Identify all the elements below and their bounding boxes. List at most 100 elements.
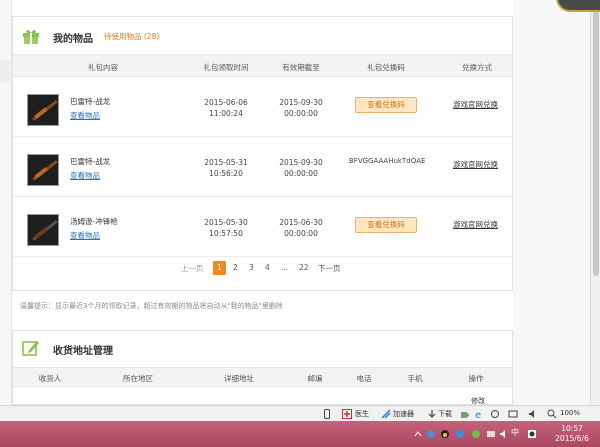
taskbar-clock[interactable]: 10:57 2015/6/6 xyxy=(549,424,595,444)
exchange-method-link[interactable]: 游戏官网兑换 xyxy=(453,99,498,110)
col-address: 详细地址 xyxy=(224,374,254,383)
view-code-button[interactable]: 查看兑换码 xyxy=(355,97,417,113)
table-row: 巴雷特-战龙 查看物品 2015-06-06 11:00:24 2015-09-3… xyxy=(13,77,512,137)
tray-volume-icon[interactable] xyxy=(499,429,509,439)
claim-date: 2015-06-06 xyxy=(204,98,248,107)
download-icon[interactable] xyxy=(427,409,437,419)
left-side-panel xyxy=(0,0,12,405)
accelerator-icon[interactable] xyxy=(381,409,391,419)
ime-indicator[interactable]: 中 xyxy=(511,427,519,437)
view-item-link[interactable]: 查看物品 xyxy=(70,230,100,241)
tray-security-icon[interactable] xyxy=(471,429,481,439)
claim-time: 2015-05-31 10:56:20 xyxy=(204,157,248,179)
edit-icon xyxy=(22,341,39,356)
ie-icon[interactable]: e xyxy=(474,409,484,419)
next-page-link[interactable]: 下一页 xyxy=(318,263,341,274)
scrollbar-thumb[interactable] xyxy=(593,6,599,276)
address-title: 收货地址管理 xyxy=(53,346,113,357)
col-exchange-method: 兑换方式 xyxy=(462,63,492,72)
item-name: 汤姆逊-冲锋枪 xyxy=(70,217,118,226)
exchange-method-link[interactable]: 游戏官网兑换 xyxy=(453,219,498,230)
page-ellipsis: ... xyxy=(281,263,289,272)
expire-clock: 00:00:00 xyxy=(284,109,318,118)
claim-clock: 11:00:24 xyxy=(209,109,243,118)
page-2-link[interactable]: 2 xyxy=(233,263,238,272)
item-name: 巴雷特-战龙 xyxy=(70,97,111,106)
volume-icon[interactable] xyxy=(528,409,538,419)
expire-time: 2015-06-30 00:00:00 xyxy=(279,217,323,239)
right-page-background xyxy=(513,0,590,405)
claim-time: 2015-06-06 11:00:24 xyxy=(204,97,248,119)
redeem-code-text: BFVGGAAAHukTdQAE xyxy=(349,157,426,165)
view-code-button[interactable]: 查看兑换码 xyxy=(355,217,417,233)
browser-status-bar: 医生 加速器 下载 e 100% xyxy=(0,405,600,421)
page-last-link[interactable]: 22 xyxy=(299,263,309,272)
claim-clock: 10:57:50 xyxy=(209,229,243,238)
expire-date: 2015-09-30 xyxy=(279,158,323,167)
pagination: 上一页 1 2 3 4 ... 22 下一页 xyxy=(13,257,512,281)
item-thumbnail[interactable] xyxy=(27,154,59,186)
puzzle-icon[interactable] xyxy=(460,409,470,419)
expire-date: 2015-09-30 xyxy=(279,98,323,107)
tray-arrow-icon[interactable] xyxy=(413,429,423,439)
claim-date: 2015-05-31 xyxy=(204,158,248,167)
item-thumbnail[interactable] xyxy=(27,94,59,126)
tray-app-icon[interactable] xyxy=(527,429,537,439)
col-gift-content: 礼包内容 xyxy=(88,63,118,72)
refresh-icon[interactable] xyxy=(490,409,500,419)
my-items-title: 我的物品 xyxy=(53,34,93,45)
table-row: 汤姆逊-冲锋枪 查看物品 2015-05-30 10:57:50 2015-06-… xyxy=(13,197,512,257)
pending-items-count[interactable]: 待使用物品 (28) xyxy=(104,31,159,42)
zoom-level[interactable]: 100% xyxy=(560,409,580,417)
col-postcode: 邮编 xyxy=(307,374,323,383)
prev-page-link[interactable]: 上一页 xyxy=(181,263,204,274)
expire-date: 2015-06-30 xyxy=(279,218,323,227)
col-operation: 操作 xyxy=(468,374,484,383)
table-row: 巴雷特-战龙 查看物品 2015-05-31 10:56:20 2015-09-3… xyxy=(13,137,512,197)
claim-clock: 10:56:20 xyxy=(209,169,243,178)
col-region: 所在地区 xyxy=(123,374,153,383)
gift-icon xyxy=(23,29,39,44)
tray-shield-icon[interactable] xyxy=(455,429,465,439)
col-mobile: 手机 xyxy=(407,374,423,383)
doctor-icon[interactable] xyxy=(342,409,352,419)
expire-clock: 00:00:00 xyxy=(284,229,318,238)
page-3-link[interactable]: 3 xyxy=(249,263,254,272)
svg-text:e: e xyxy=(475,410,481,419)
address-table-header: 收货人 所在地区 详细地址 邮编 电话 手机 操作 xyxy=(13,367,512,387)
col-phone: 电话 xyxy=(356,374,372,383)
doctor-label[interactable]: 医生 xyxy=(355,409,369,419)
items-table-header: 礼包内容 礼包领取时间 有效期截至 礼包兑换码 兑换方式 xyxy=(13,55,512,77)
col-expire: 有效期截至 xyxy=(282,63,320,72)
view-item-link[interactable]: 查看物品 xyxy=(70,170,100,181)
col-claim-time: 礼包领取时间 xyxy=(203,63,249,72)
tray-qq-icon[interactable] xyxy=(440,429,450,439)
my-items-header: 我的物品 待使用物品 (28) xyxy=(13,17,512,55)
clock-date: 2015/6/6 xyxy=(555,434,589,443)
phone-icon[interactable] xyxy=(322,409,332,419)
exchange-method-link[interactable]: 游戏官网兑换 xyxy=(453,159,498,170)
zoom-icon[interactable] xyxy=(547,409,557,419)
item-thumbnail[interactable] xyxy=(27,214,59,246)
page-1-current[interactable]: 1 xyxy=(213,261,226,275)
claim-time: 2015-05-30 10:57:50 xyxy=(204,217,248,239)
page-4-link[interactable]: 4 xyxy=(265,263,270,272)
accelerator-label[interactable]: 加速器 xyxy=(393,409,414,419)
tip-text: 温馨提示：显示最近3个月的领取记录，超过有效期的物品将自动从"我的物品"里删除 xyxy=(20,302,283,310)
floating-widget-icon[interactable] xyxy=(556,0,600,12)
clock-time: 10:57 xyxy=(561,424,583,433)
windows-taskbar: 中 10:57 2015/6/6 xyxy=(0,421,600,447)
address-card: 收货地址管理 收货人 所在地区 详细地址 邮编 电话 手机 操作 修改 xyxy=(12,330,513,405)
item-name: 巴雷特-战龙 xyxy=(70,157,111,166)
my-items-card: 我的物品 待使用物品 (28) 礼包内容 礼包领取时间 有效期截至 礼包兑换码 … xyxy=(12,16,513,291)
window-icon[interactable] xyxy=(508,409,518,419)
expire-clock: 00:00:00 xyxy=(284,169,318,178)
tray-network-icon[interactable] xyxy=(486,429,496,439)
expire-time: 2015-09-30 00:00:00 xyxy=(279,157,323,179)
left-panel-segment xyxy=(0,60,12,82)
tray-globe-icon[interactable] xyxy=(426,429,436,439)
download-label[interactable]: 下载 xyxy=(438,409,452,419)
view-item-link[interactable]: 查看物品 xyxy=(70,110,100,121)
col-code: 礼包兑换码 xyxy=(367,63,405,72)
vertical-scrollbar[interactable] xyxy=(590,0,600,405)
